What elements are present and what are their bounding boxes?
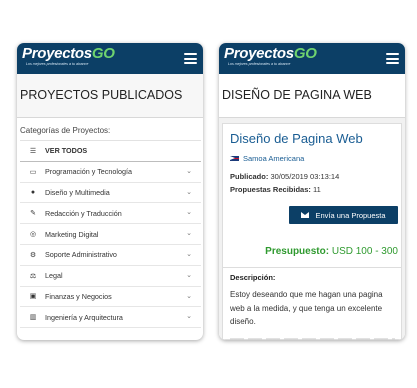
- category-label: Programación y Tecnología: [45, 167, 132, 177]
- chevron-down-icon[interactable]: ⌄: [186, 167, 192, 175]
- description-label: Descripción:: [230, 273, 276, 282]
- category-item[interactable]: ⚙ Soporte Administrativo ⌄: [20, 245, 201, 266]
- balance-icon: ⚖: [29, 272, 37, 280]
- brand-logo[interactable]: ProyectosGO: [22, 46, 115, 62]
- project-card: Diseño de Pagina Web Samoa Americana Pub…: [222, 123, 402, 340]
- budget-value: USD 100 - 300: [331, 246, 398, 257]
- proposals-value: 11: [312, 185, 321, 194]
- published-label: Publicado:: [230, 172, 269, 181]
- top-navbar: ProyectosGO Los mejores profesionales a …: [17, 43, 203, 74]
- category-item[interactable]: ◎ Marketing Digital ⌄: [20, 224, 201, 245]
- chevron-down-icon[interactable]: ⌄: [186, 271, 192, 279]
- top-navbar: ProyectosGO Los mejores profesionales a …: [219, 43, 405, 74]
- category-item[interactable]: ● Diseño y Multimedia ⌄: [20, 183, 201, 204]
- budget: Presupuesto: USD 100 - 300: [265, 246, 398, 257]
- category-label: VER TODOS: [45, 146, 88, 156]
- flag-icon: [230, 155, 239, 162]
- chevron-down-icon[interactable]: ⌄: [186, 250, 192, 258]
- brand-tagline: Los mejores profesionales a tu alcance: [26, 62, 89, 66]
- category-item[interactable]: ⚖ Legal ⌄: [20, 266, 201, 287]
- briefcase-icon: ▣: [29, 293, 37, 301]
- send-proposal-button[interactable]: Envía una Propuesta: [289, 206, 398, 224]
- proposals-label: Propuestas Recibidas:: [230, 185, 311, 194]
- published-value: 30/05/2019 03:13:14: [270, 172, 340, 181]
- location-text: Samoa Americana: [243, 154, 305, 163]
- support-icon: ⚙: [29, 251, 37, 259]
- category-label: Ingeniería y Arquitectura: [45, 312, 123, 322]
- edit-icon: ✎: [30, 210, 36, 218]
- proposals-info: Propuestas Recibidas: 11: [230, 185, 321, 194]
- phone-project-detail: ProyectosGO Los mejores profesionales a …: [219, 43, 405, 340]
- chevron-down-icon[interactable]: ⌄: [186, 188, 192, 196]
- logo-text: Proyectos: [224, 45, 294, 62]
- building-icon: ▥: [29, 314, 37, 322]
- project-location: Samoa Americana: [230, 154, 304, 163]
- divider: [223, 267, 401, 268]
- category-list: ☰ VER TODOS ▭ Programación y Tecnología ⌄ ● Di…: [20, 140, 201, 329]
- chevron-down-icon[interactable]: ⌄: [186, 312, 192, 320]
- menu-icon[interactable]: [184, 53, 197, 64]
- logo-text: Proyectos: [22, 45, 92, 62]
- logo-accent: GO: [293, 45, 317, 62]
- chevron-down-icon[interactable]: ⌄: [186, 229, 192, 237]
- phone-projects-list: ProyectosGO Los mejores profesionales a …: [17, 43, 203, 340]
- page-title: DISEÑO DE PAGINA WEB: [219, 74, 405, 118]
- laptop-icon: ▭: [29, 168, 37, 176]
- brand-logo[interactable]: ProyectosGO: [224, 46, 317, 62]
- chevron-down-icon[interactable]: ⌄: [186, 208, 192, 216]
- chevron-down-icon[interactable]: ⌄: [186, 292, 192, 300]
- send-proposal-label: Envía una Propuesta: [315, 210, 386, 220]
- category-label: Redacción y Traducción: [45, 208, 122, 218]
- logo-accent: GO: [91, 45, 115, 62]
- category-label: Diseño y Multimedia: [45, 187, 110, 197]
- category-item[interactable]: ▥ Ingeniería y Arquitectura ⌄: [20, 307, 201, 329]
- play-icon: ●: [30, 188, 36, 196]
- page-title: PROYECTOS PUBLICADOS: [17, 74, 203, 118]
- category-label: Legal: [45, 271, 63, 281]
- faded-text-line: [230, 338, 395, 340]
- category-label: Marketing Digital: [45, 229, 99, 239]
- categories-label: Categorías de Proyectos:: [20, 126, 111, 135]
- envelope-icon: [301, 212, 310, 218]
- brand-tagline: Los mejores profesionales a tu alcance: [228, 62, 291, 66]
- list-icon: ☰: [29, 147, 37, 155]
- project-title[interactable]: Diseño de Pagina Web: [230, 131, 363, 146]
- category-item[interactable]: ▭ Programación y Tecnología ⌄: [20, 162, 201, 183]
- category-label: Soporte Administrativo: [45, 250, 117, 260]
- category-item[interactable]: ✎ Redacción y Traducción ⌄: [20, 203, 201, 225]
- published-info: Publicado: 30/05/2019 03:13:14: [230, 172, 339, 181]
- category-item[interactable]: ▣ Finanzas y Negocios ⌄: [20, 287, 201, 308]
- menu-icon[interactable]: [386, 53, 399, 64]
- category-item-all[interactable]: ☰ VER TODOS: [20, 141, 201, 162]
- target-icon: ◎: [29, 231, 37, 239]
- category-label: Finanzas y Negocios: [45, 291, 112, 301]
- budget-label: Presupuesto:: [265, 246, 330, 257]
- description-text: Estoy deseando que me hagan una pagina w…: [230, 290, 383, 326]
